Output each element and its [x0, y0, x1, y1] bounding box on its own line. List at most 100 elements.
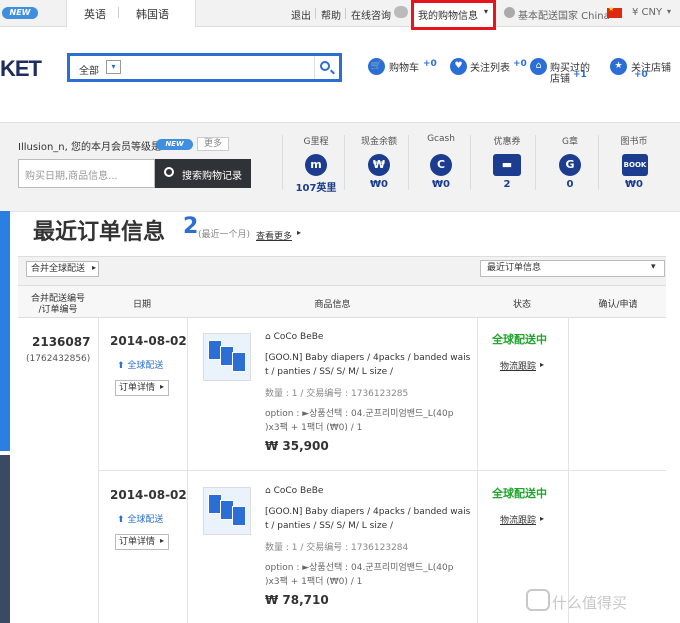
chevron-down-icon[interactable]: ▾	[667, 7, 671, 16]
title-period: (最近一个月)	[198, 230, 251, 240]
member-greeting: Illusion_n, 您的本月会员等级是	[18, 142, 161, 153]
ship-country-label[interactable]: 基本配送国家 China	[518, 7, 610, 22]
col-header-product: 商品信息	[314, 300, 351, 310]
product-meta: 数量 : 1 / 交易编号 : 1736123284	[265, 543, 409, 553]
left-side-tab[interactable]	[0, 455, 10, 623]
row-divider	[98, 470, 666, 471]
product-option-cont: )x3팩 + 1팩더 (₩0) / 1	[265, 423, 363, 433]
cart-label[interactable]: 购物车	[389, 59, 419, 74]
order-search-placeholder: 购买日期,商品信息...	[25, 171, 118, 182]
product-option-cont: )x3팩 + 1팩더 (₩0) / 1	[265, 577, 363, 587]
order-status: 全球配送中	[492, 333, 547, 346]
help-link[interactable]: 帮助	[321, 7, 341, 22]
order-date: 2014-08-02	[110, 488, 187, 502]
money-bag-icon[interactable]: ₩	[368, 154, 390, 176]
left-side-tab[interactable]	[0, 211, 10, 451]
watchlist-label[interactable]: 关注列表	[470, 59, 510, 74]
see-more-link[interactable]: 查看更多	[256, 229, 292, 242]
chat-icon[interactable]	[394, 6, 408, 18]
chevron-down-icon[interactable]: ▾	[484, 7, 488, 16]
sort-select[interactable]: 最近订单信息	[480, 260, 665, 277]
logout-link[interactable]: 退出	[291, 7, 311, 22]
book-icon[interactable]: BOOK	[622, 154, 648, 176]
product-option: option : ►상품선택 : 04.군프리미엄밴드_L(40p	[265, 563, 454, 573]
chevron-down-icon[interactable]: ▾	[651, 262, 656, 272]
visited-store-count: +1	[573, 70, 587, 80]
divider	[345, 8, 346, 19]
gcash-icon[interactable]: C	[430, 154, 452, 176]
divider	[315, 8, 316, 19]
search-icon[interactable]	[320, 61, 330, 71]
order-number: 2136087	[32, 335, 91, 349]
globe-icon	[504, 7, 515, 18]
search-category[interactable]: 全部	[79, 62, 99, 77]
order-status: 全球配送中	[492, 487, 547, 500]
cart-count: +0	[423, 59, 437, 69]
product-option: option : ►상품선택 : 04.군프리미엄밴드_L(40p	[265, 409, 454, 419]
order-date: 2014-08-02	[110, 334, 187, 348]
gcash-value: ₩0	[432, 179, 450, 190]
mileage-value: 107英里	[295, 183, 337, 194]
shop-name: CoCo BeBe	[273, 332, 324, 342]
divider	[470, 135, 471, 190]
product-thumbnail[interactable]	[203, 487, 251, 535]
product-name-cont[interactable]: t / panties / SS/ S/ M/ L size /	[265, 365, 475, 379]
search-orders-label: 搜索购物记录	[182, 171, 242, 182]
mileage-label: G里程	[303, 137, 329, 147]
lang-korean-link[interactable]: 韩国语	[136, 6, 169, 22]
currency-selector[interactable]: ¥ CNY	[632, 7, 662, 18]
site-logo[interactable]: KET	[0, 56, 42, 82]
tracking-link[interactable]: 物流跟踪	[500, 359, 536, 372]
product-name[interactable]: [GOO.N] Baby diapers / 4packs / banded w…	[265, 351, 475, 365]
heart-icon[interactable]: ♥	[450, 58, 467, 75]
chat-link[interactable]: 在线咨询	[351, 7, 391, 22]
global-shipping-link[interactable]: ⬆ 全球配送	[117, 358, 163, 371]
coupon-icon[interactable]: ▬	[493, 154, 521, 176]
product-name[interactable]: [GOO.N] Baby diapers / 4packs / banded w…	[265, 505, 475, 519]
gcash-label: Gcash	[427, 134, 455, 144]
gstamp-icon[interactable]: G	[559, 154, 581, 176]
chevron-right-icon[interactable]: ▸	[540, 360, 544, 369]
tracking-link[interactable]: 物流跟踪	[500, 513, 536, 526]
product-price: ₩ 78,710	[265, 593, 329, 607]
chevron-right-icon[interactable]: ▸	[540, 514, 544, 523]
my-shopping-label[interactable]: 我的购物信息	[418, 7, 478, 22]
chevron-down-icon[interactable]: ▾	[106, 60, 121, 74]
chevron-right-icon[interactable]: ▸	[297, 228, 301, 237]
watermark-logo-icon	[526, 589, 550, 611]
product-price: ₩ 35,900	[265, 439, 329, 453]
search-icon	[164, 167, 174, 177]
global-shipping-label: 全球配送	[127, 361, 164, 371]
cash-balance-value: ₩0	[370, 179, 388, 190]
mileage-icon[interactable]: m	[305, 154, 327, 176]
watchlist-count: +0	[513, 59, 527, 69]
chevron-right-icon[interactable]: ▸	[92, 263, 96, 272]
merge-shipping-button[interactable]: 合并全球配送	[26, 261, 99, 277]
cart-icon[interactable]: 🛒	[368, 58, 385, 75]
bookcoin-label: 图书币	[620, 137, 648, 147]
global-shipping-link[interactable]: ⬆ 全球配送	[117, 512, 163, 525]
new-badge: NEW	[2, 7, 38, 19]
china-flag-icon	[607, 5, 622, 18]
chevron-right-icon[interactable]: ▸	[160, 382, 164, 391]
product-thumbnail[interactable]	[203, 333, 251, 381]
cash-balance-label: 现金余额	[360, 137, 397, 147]
member-level-badge: NEW	[156, 139, 193, 150]
more-button[interactable]: 更多	[197, 137, 229, 151]
product-name-cont[interactable]: t / panties / SS/ S/ M/ L size /	[265, 519, 475, 533]
follow-store-count: +0	[634, 70, 648, 80]
store-icon[interactable]: ⌂	[530, 58, 547, 75]
product-meta: 数量 : 1 / 交易编号 : 1736123285	[265, 389, 409, 399]
shop-name: CoCo BeBe	[273, 486, 324, 496]
coupon-value: 2	[503, 179, 511, 190]
shop-link[interactable]: ⌂ CoCo BeBe	[265, 486, 323, 496]
global-shipping-label: 全球配送	[127, 515, 164, 525]
shop-link[interactable]: ⌂ CoCo BeBe	[265, 332, 323, 342]
bookcoin-value: ₩0	[625, 179, 643, 190]
chevron-right-icon[interactable]: ▸	[160, 536, 164, 545]
star-icon[interactable]: ★	[610, 58, 627, 75]
visited-store-label2[interactable]: 店铺	[550, 70, 570, 85]
order-count: 2	[183, 214, 199, 239]
lang-english-link[interactable]: 英语	[84, 6, 106, 22]
col-header-date: 日期	[132, 300, 151, 310]
